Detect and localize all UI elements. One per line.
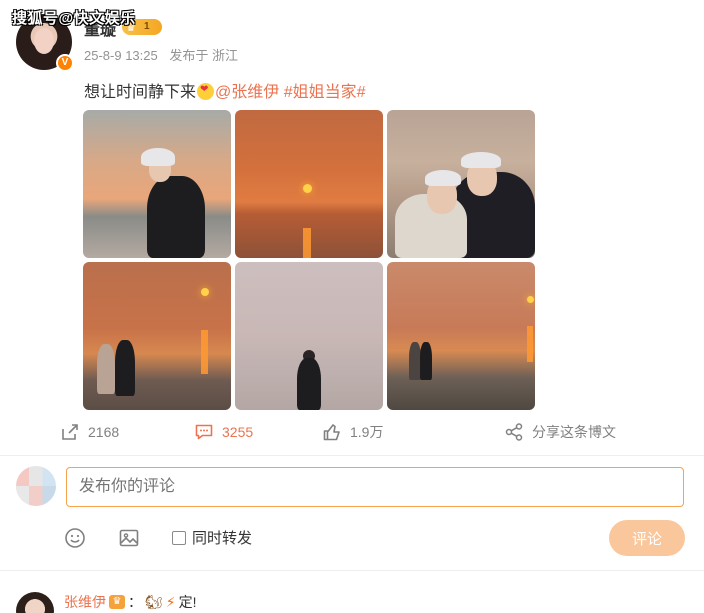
crown-badge-icon: ♛	[109, 595, 125, 609]
repost-button[interactable]: 2168	[60, 422, 119, 442]
person-cap	[461, 152, 501, 168]
action-bar: 2168 3255 1.9万 分享这条博文	[0, 420, 704, 444]
comment-button[interactable]: 3255	[194, 422, 253, 442]
mention-link[interactable]: @张维伊	[215, 84, 279, 101]
person-figure	[97, 344, 115, 394]
photo-grid	[83, 110, 535, 410]
repost-icon	[62, 424, 78, 440]
sun	[201, 288, 209, 296]
sun	[303, 184, 312, 193]
person-cap	[141, 148, 175, 166]
sun-reflection	[201, 330, 208, 374]
comment-icon	[195, 424, 213, 440]
image-upload-icon[interactable]	[118, 527, 140, 549]
thumbs-up-icon	[323, 424, 340, 441]
lightning-emoji-icon: ⚡	[165, 593, 176, 610]
person-cap	[425, 170, 461, 186]
level-number: 1	[144, 21, 150, 32]
emoji-icon[interactable]	[64, 527, 86, 549]
like-count: 1.9万	[350, 424, 384, 440]
post-date[interactable]: 25-8-9 13:25	[84, 48, 158, 63]
photo-2[interactable]	[235, 110, 383, 258]
watermark: 搜狐号@快文娱乐	[12, 10, 136, 27]
sun-reflection	[527, 326, 533, 362]
post-source: 发布于 浙江	[169, 48, 238, 63]
photo-5[interactable]	[235, 262, 383, 410]
forward-checkbox[interactable]	[172, 530, 186, 545]
share-icon	[505, 423, 523, 441]
squirrel-emoji-icon: 🐿	[145, 593, 163, 610]
reply-comment: 张维伊 ♛ ： 🐿 ⚡ 定!	[64, 592, 197, 612]
person-figure	[420, 342, 432, 380]
photo-1[interactable]	[83, 110, 231, 258]
forward-checkbox-option[interactable]: 同时转发	[172, 527, 252, 548]
heart-eyes-emoji-icon	[197, 83, 215, 100]
sun-reflection	[303, 228, 311, 258]
comment-count: 3255	[222, 424, 254, 440]
person-figure	[147, 176, 205, 258]
reply-text: 定!	[178, 594, 197, 610]
reply-author-name[interactable]: 张维伊	[64, 592, 106, 612]
comment-input[interactable]	[66, 467, 684, 507]
divider	[0, 455, 704, 456]
repost-count: 2168	[88, 424, 120, 440]
divider	[0, 570, 704, 571]
submit-comment-button[interactable]: 评论	[609, 520, 685, 556]
share-label: 分享这条博文	[532, 424, 616, 440]
current-user-avatar[interactable]	[16, 466, 56, 506]
like-button[interactable]: 1.9万	[322, 422, 383, 442]
reply-separator: ：	[128, 594, 142, 610]
verified-badge-icon: V	[56, 54, 74, 72]
forward-label: 同时转发	[192, 530, 253, 547]
sun	[527, 296, 534, 303]
person-figure	[115, 340, 135, 396]
reply-avatar[interactable]	[16, 592, 54, 613]
avatar-face	[34, 28, 54, 54]
photo-6[interactable]	[387, 262, 535, 410]
share-button[interactable]: 分享这条博文	[504, 422, 616, 442]
post-meta: 25-8-9 13:25 发布于 浙江	[84, 45, 246, 64]
post-text-main: 想让时间静下来	[84, 84, 197, 101]
photo-3[interactable]	[387, 110, 535, 258]
photo-4[interactable]	[83, 262, 231, 410]
hashtag-link[interactable]: #姐姐当家#	[284, 84, 366, 101]
person-figure	[297, 358, 321, 410]
post-text: 想让时间静下来 @张维伊 #姐姐当家#	[84, 78, 366, 102]
